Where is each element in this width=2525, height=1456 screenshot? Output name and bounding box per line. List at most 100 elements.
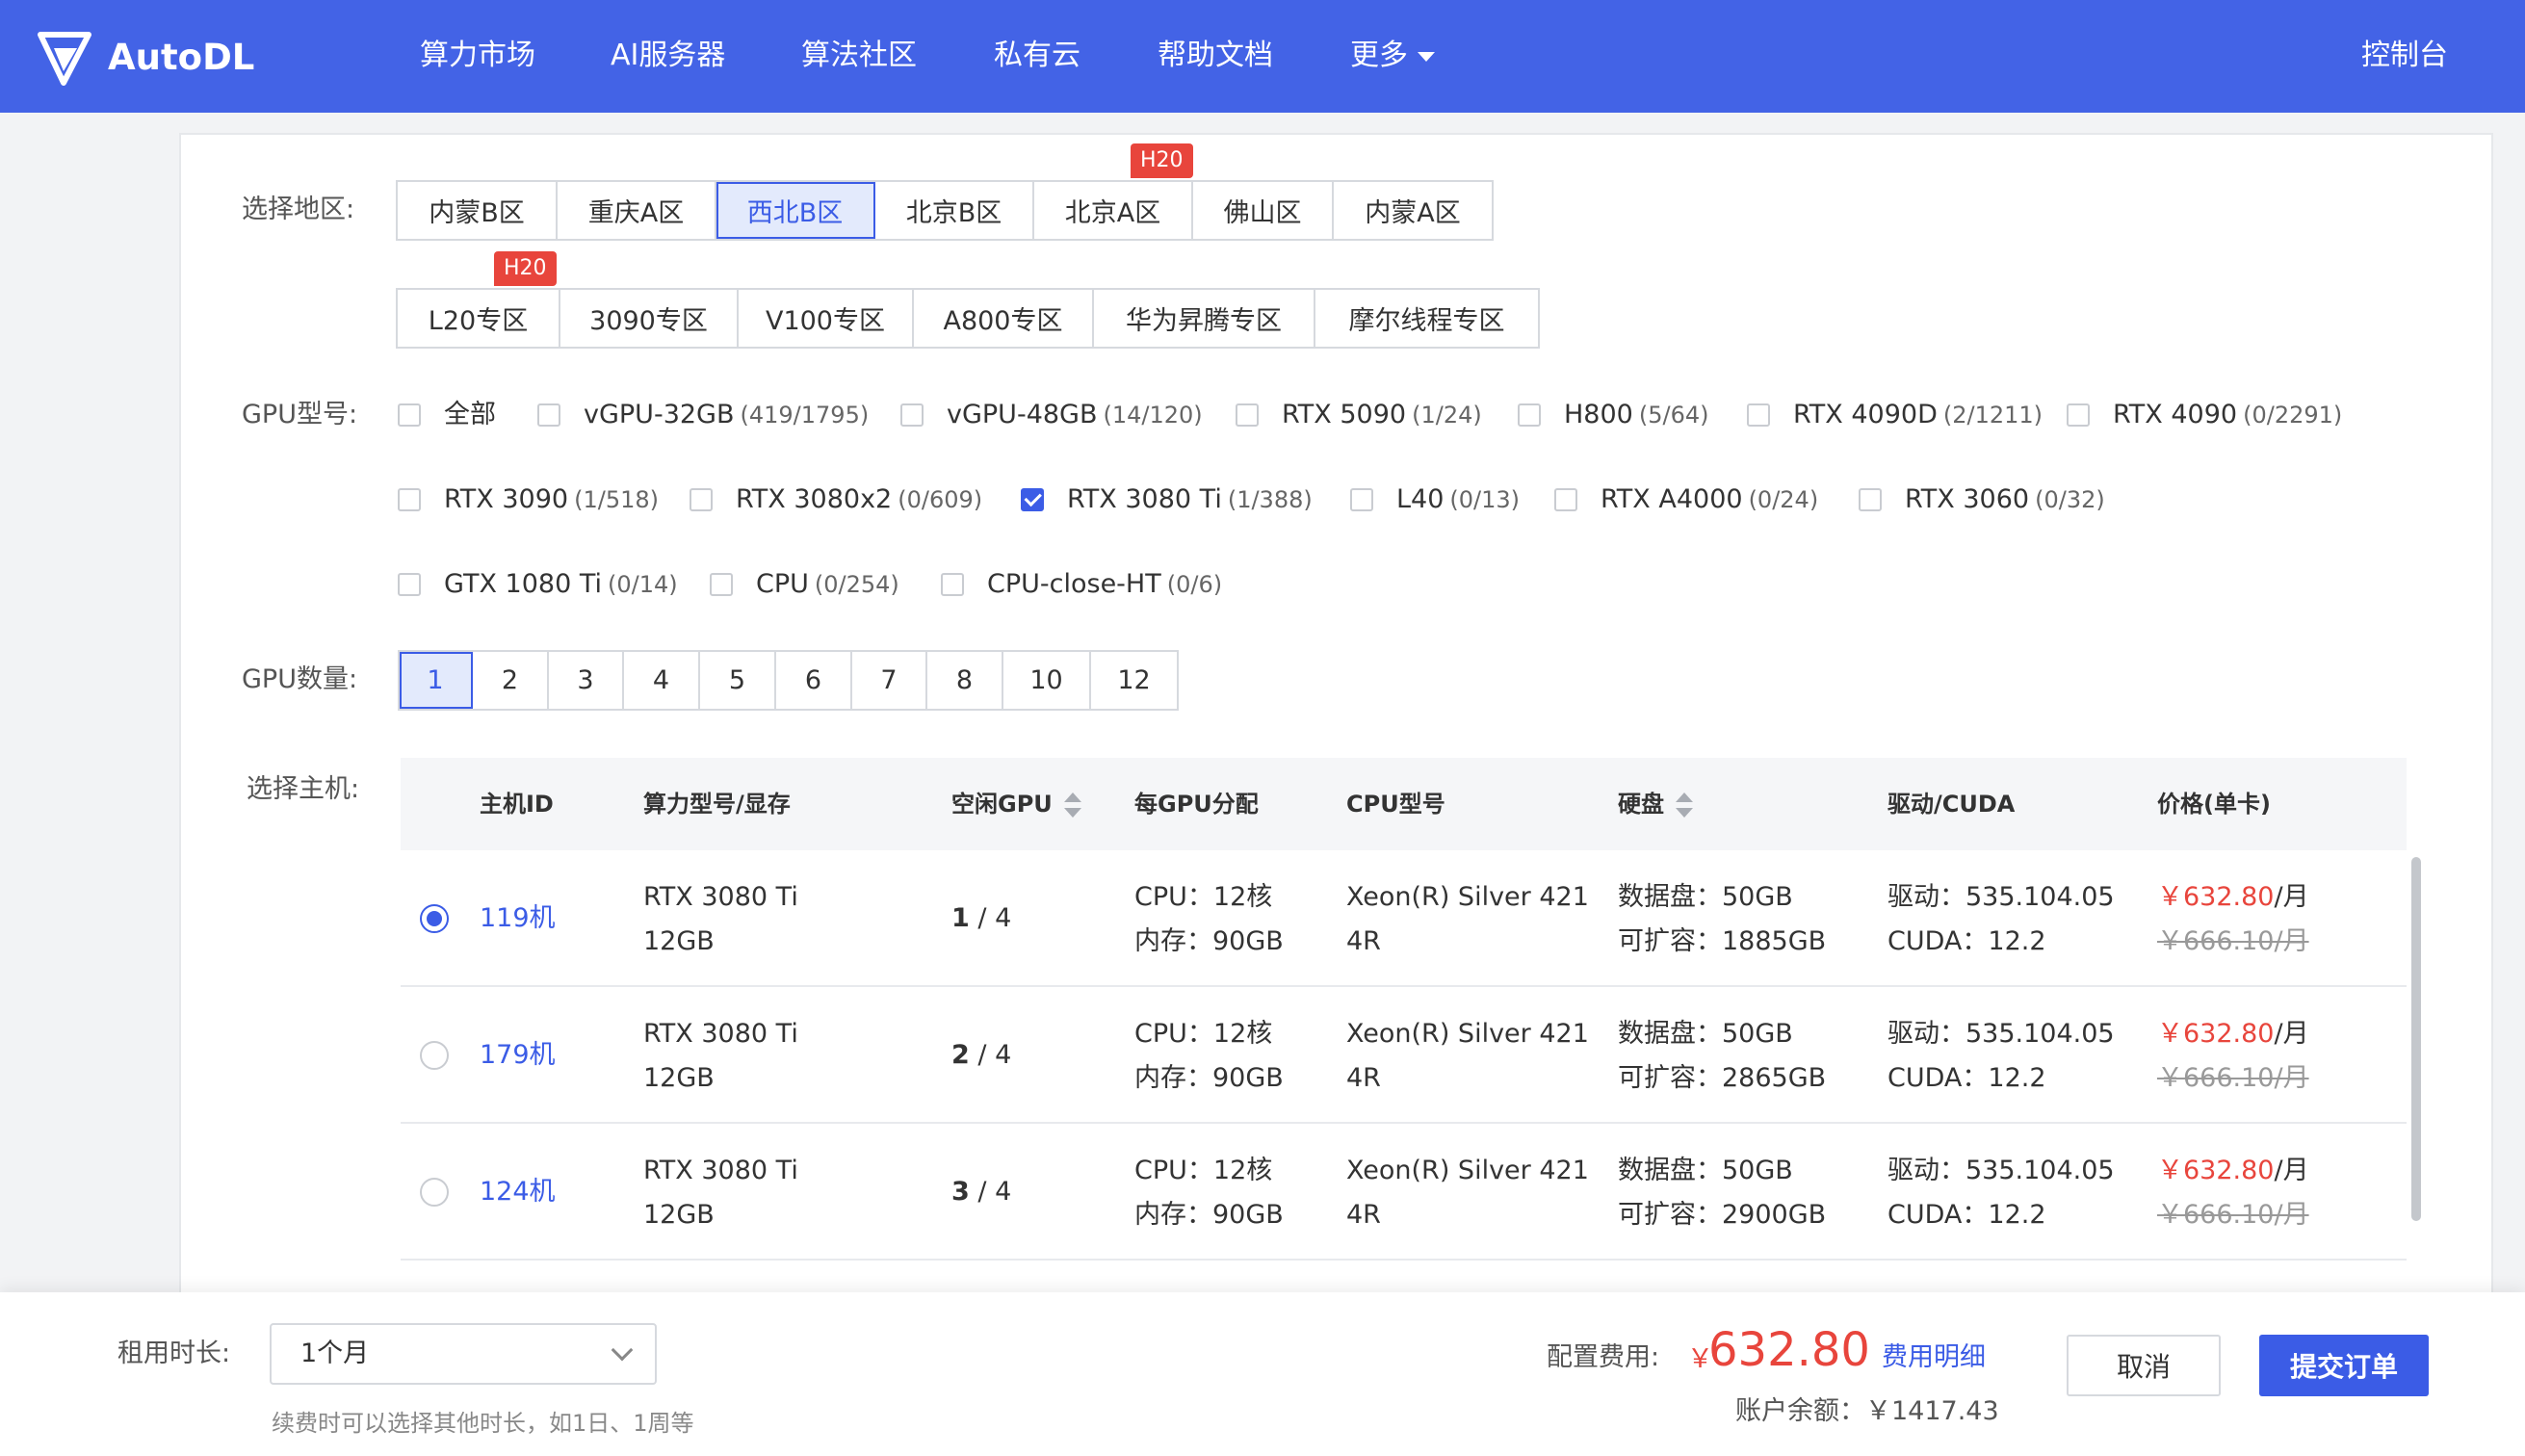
host-cpu-model-cont: 4R xyxy=(1346,1063,1381,1093)
duration-select[interactable]: 1个月 xyxy=(270,1323,657,1385)
region-option[interactable]: 重庆A区 xyxy=(558,182,716,239)
order-footer: 租用时长: 1个月 续费时可以选择其他时长，如1日、1周等 配置费用: ￥ 63… xyxy=(0,1292,2525,1456)
gpu-type-count: (2/1211) xyxy=(1942,402,2043,429)
cancel-button[interactable]: 取消 xyxy=(2067,1335,2221,1396)
host-id-link[interactable]: 124机 xyxy=(480,1170,556,1214)
logo[interactable]: AutoDL xyxy=(35,27,254,87)
gpu-count-option[interactable]: 8 xyxy=(927,652,1003,709)
region-option[interactable]: 内蒙A区 xyxy=(1334,182,1492,239)
gpu-type-checkbox[interactable]: RTX 5090 (1/24) xyxy=(1236,396,1482,434)
gpu-type-checkbox[interactable]: RTX 4090D (2/1211) xyxy=(1747,396,2043,434)
gpu-count-option-selected[interactable]: 1 xyxy=(400,652,473,709)
gpu-count-option[interactable]: 6 xyxy=(776,652,852,709)
nav-ai-server[interactable]: AI服务器 xyxy=(611,35,725,77)
radio-icon[interactable] xyxy=(420,1178,449,1207)
autodl-logo-icon xyxy=(38,32,91,86)
nav-market[interactable]: 算力市场 xyxy=(420,35,535,77)
region-option[interactable]: 内蒙B区 xyxy=(398,182,558,239)
gpu-type-count: (1/518) xyxy=(574,486,659,513)
gpu-type-name: CPU xyxy=(756,569,809,599)
host-free-gpu: 2 / 4 xyxy=(951,1033,1011,1078)
gpu-type-checkbox[interactable]: GTX 1080 Ti (0/14) xyxy=(398,565,678,604)
host-id-link[interactable]: 119机 xyxy=(480,897,556,941)
region-option[interactable]: A800专区 xyxy=(914,290,1094,347)
col-per-gpu: 每GPU分配 xyxy=(1134,791,1259,818)
host-driver: 驱动：535.104.05 xyxy=(1887,1019,2115,1049)
gpu-type-checkbox[interactable]: RTX A4000 (0/24) xyxy=(1554,481,1818,519)
gpu-type-checkbox[interactable]: 全部 xyxy=(398,396,496,434)
submit-order-button[interactable]: 提交订单 xyxy=(2259,1335,2429,1396)
host-row[interactable]: 124机 RTX 3080 Ti 12GB 3 / 4 CPU：12核 内存：9… xyxy=(401,1124,2407,1261)
gpu-type-checkbox[interactable]: RTX 3060 (0/32) xyxy=(1859,481,2105,519)
host-id-link[interactable]: 179机 xyxy=(480,1033,556,1078)
region-option-beijing-a[interactable]: 北京A区 H20 xyxy=(1034,143,1193,239)
gpu-type-checkbox[interactable]: CPU-close-HT (0/6) xyxy=(941,565,1222,604)
nav-private-cloud[interactable]: 私有云 xyxy=(994,35,1080,77)
price-unit: /月 xyxy=(2274,1019,2309,1049)
host-mem: 内存：90GB xyxy=(1134,1200,1284,1230)
host-cuda: CUDA：12.2 xyxy=(1887,1063,2046,1093)
host-row[interactable]: 179机 RTX 3080 Ti 12GB 2 / 4 CPU：12核 内存：9… xyxy=(401,987,2407,1124)
gpu-type-checkbox[interactable]: RTX 3080x2 (0/609) xyxy=(690,481,982,519)
gpu-type-checkbox[interactable]: CPU (0/254) xyxy=(710,565,899,604)
gpu-type-checkbox[interactable]: RTX 4090 (0/2291) xyxy=(2067,396,2342,434)
chevron-down-icon xyxy=(611,1339,634,1362)
region-option-label: 北京A区 xyxy=(1064,198,1161,228)
gpu-type-checkbox[interactable]: L40 (0/13) xyxy=(1350,481,1520,519)
gpu-count-option[interactable]: 7 xyxy=(852,652,927,709)
host-row[interactable]: 119机 RTX 3080 Ti 12GB 1 / 4 CPU：12核 内存：9… xyxy=(401,850,2407,987)
nav-more[interactable]: 更多 xyxy=(1350,35,1435,77)
gpu-count-option[interactable]: 4 xyxy=(624,652,700,709)
gpu-count-option[interactable]: 10 xyxy=(1003,652,1091,709)
gpu-count-option[interactable]: 3 xyxy=(549,652,624,709)
price-value: ￥632.80 xyxy=(2157,1019,2275,1049)
gpu-type-checkbox[interactable]: RTX 3090 (1/518) xyxy=(398,481,659,519)
nav-community[interactable]: 算法社区 xyxy=(801,35,917,77)
price-unit: /月 xyxy=(2274,1156,2309,1185)
region-option-selected[interactable]: 西北B区 xyxy=(716,182,875,239)
radio-selected-icon[interactable] xyxy=(420,904,449,933)
region-option-l20[interactable]: L20专区 H20 xyxy=(398,251,560,347)
gpu-type-checkbox[interactable]: vGPU-48GB (14/120) xyxy=(900,396,1203,434)
table-scrollbar[interactable] xyxy=(2411,857,2421,1221)
gpu-type-count: (0/13) xyxy=(1449,486,1521,513)
gpu-count-label: GPU数量: xyxy=(242,664,358,694)
region-option[interactable]: 摩尔线程专区 xyxy=(1315,290,1538,347)
checkbox-icon xyxy=(1554,488,1577,511)
region-option[interactable]: 华为昇腾专区 xyxy=(1094,290,1315,347)
checkbox-icon xyxy=(941,573,964,596)
cost-detail-link[interactable]: 费用明细 xyxy=(1882,1339,1986,1377)
col-free-gpu[interactable]: 空闲GPU xyxy=(951,787,1081,821)
region-row-2: L20专区 H20 3090专区 V100专区 A800专区 华为昇腾专区 摩尔… xyxy=(396,251,1540,349)
host-orig-price: ￥666.10/月 xyxy=(2157,1200,2309,1230)
host-driver: 驱动：535.104.05 xyxy=(1887,882,2115,912)
host-price: ￥632.80/月 xyxy=(2157,1149,2309,1193)
checkbox-icon xyxy=(710,573,733,596)
nav-help-docs[interactable]: 帮助文档 xyxy=(1158,35,1273,77)
radio-icon[interactable] xyxy=(420,1041,449,1070)
gpu-type-name: RTX 3090 xyxy=(444,484,569,514)
host-expand: 可扩容：2865GB xyxy=(1618,1063,1827,1093)
gpu-type-count: (0/24) xyxy=(1748,486,1819,513)
gpu-type-checkbox[interactable]: vGPU-32GB (419/1795) xyxy=(537,396,869,434)
host-free-gpu: 3 / 4 xyxy=(951,1170,1011,1214)
region-option[interactable]: V100专区 xyxy=(739,290,914,347)
gpu-type-name: RTX 3080 Ti xyxy=(1067,484,1222,514)
checkbox-icon xyxy=(1350,488,1373,511)
region-option[interactable]: 3090专区 xyxy=(560,290,739,347)
gpu-type-checkbox[interactable]: H800 (5/64) xyxy=(1518,396,1708,434)
region-option[interactable]: 佛山区 xyxy=(1193,182,1334,239)
host-expand: 可扩容：1885GB xyxy=(1618,926,1827,956)
gpu-type-name: RTX 3060 xyxy=(1905,484,2030,514)
host-cpu-model: Xeon(R) Silver 421 xyxy=(1346,1156,1589,1185)
gpu-count-option[interactable]: 12 xyxy=(1091,652,1177,709)
gpu-count-option[interactable]: 5 xyxy=(700,652,776,709)
gpu-type-count: (5/64) xyxy=(1638,402,1709,429)
sort-icon xyxy=(1676,793,1693,818)
gpu-type-count: (14/120) xyxy=(1103,402,1203,429)
gpu-type-checkbox-checked[interactable]: RTX 3080 Ti (1/388) xyxy=(1021,481,1313,519)
gpu-count-option[interactable]: 2 xyxy=(473,652,549,709)
nav-console[interactable]: 控制台 xyxy=(2361,35,2448,77)
region-option[interactable]: 北京B区 xyxy=(875,182,1034,239)
col-disk[interactable]: 硬盘 xyxy=(1618,787,1693,821)
